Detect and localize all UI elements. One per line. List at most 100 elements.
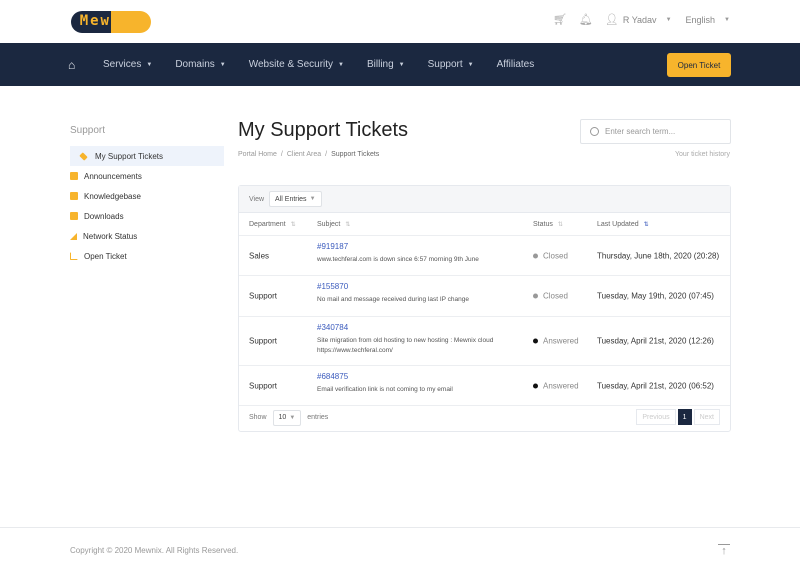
sidebar-item-my-support-tickets[interactable]: My Support Tickets [70,146,224,166]
status-badge: Closed [533,292,568,301]
sidebar-item-downloads[interactable]: Downloads [70,206,224,226]
pagination: Previous 1 Next [636,409,720,425]
copyright-text: Copyright © 2020 Mewnix. All Rights Rese… [70,546,239,555]
logo[interactable]: MewniX [71,11,151,33]
nav-domains[interactable]: Domains ▼ [175,59,225,70]
chevron-down-icon: ▼ [219,61,226,68]
column-header-subject[interactable]: Subject ⇅ [317,221,350,228]
ticket-id-link[interactable]: #155870 [317,282,527,291]
previous-page-button[interactable]: Previous [636,409,676,425]
column-label: Department [249,220,286,228]
status-badge: Closed [533,251,568,260]
sidebar-item-label: Downloads [84,211,124,221]
comment-icon [70,172,78,180]
nav-label: Support [427,59,463,70]
ticket-subject: No mail and message received during last… [317,296,469,303]
ticket-subject: Email verification link is not coming to… [317,386,453,393]
sidebar-item-label: Knowledgebase [84,191,141,201]
nav-label: Services [103,59,142,70]
home-icon[interactable]: ⌂ [68,58,82,72]
nav-label: Billing [366,59,394,70]
sort-icon: ⇅ [557,221,563,228]
status-badge: Answered [533,381,579,390]
arrow-up-to-top-icon[interactable]: ↑ [718,544,730,558]
bell-icon[interactable]: 🔔︎ [579,14,593,26]
department-cell: Support [249,381,278,390]
sort-desc-icon: ⇅ [643,221,649,228]
user-menu[interactable]: 👤︎ R Yadav ▼ [605,14,672,26]
table-row[interactable]: Sales #919187 www.techferal.com is down s… [239,236,730,276]
sidebar-item-label: My Support Tickets [95,151,164,161]
ticket-icon [79,151,88,161]
search-input[interactable] [605,127,715,136]
top-header: MewniX 🛒︎ 🔔︎ 👤︎ R Yadav ▼ English ▼ [0,0,800,43]
nav-billing[interactable]: Billing ▼ [367,59,405,70]
column-header-department[interactable]: Department ⇅ [249,221,296,228]
chevron-down-icon: ▼ [665,17,672,23]
sidebar-item-label: Open Ticket [84,251,127,261]
external-link-icon [70,252,78,260]
open-ticket-button[interactable]: Open Ticket [667,53,731,77]
page-1-button[interactable]: 1 [677,409,692,425]
ticket-id-link[interactable]: #684875 [317,372,527,381]
signal-icon [70,232,77,240]
column-header-status[interactable]: Status ⇅ [533,221,563,228]
sidebar-item-knowledgebase[interactable]: Knowledgebase [70,186,224,206]
status-dot-icon [533,338,538,344]
status-dot-icon [533,383,538,388]
status-label: Answered [543,336,579,346]
footer: Copyright © 2020 Mewnix. All Rights Rese… [0,527,800,574]
search-box[interactable] [580,119,731,144]
breadcrumb-client-area[interactable]: Client Area [287,151,321,158]
sidebar-item-label: Network Status [83,231,138,241]
department-cell: Sales [249,251,270,260]
table-row[interactable]: Support #155870 No mail and message recei… [239,276,730,317]
last-updated-cell: Tuesday, May 19th, 2020 (07:45) [597,291,714,301]
basket-icon[interactable]: 🛒︎ [553,14,567,26]
breadcrumb-separator: / [325,151,328,158]
nav-label: Domains [175,59,215,70]
search-icon [590,127,599,136]
nav-affiliates[interactable]: Affiliates [497,59,535,70]
department-cell: Support [249,336,278,346]
table-footer: Show 10 ▼ entries Previous 1 Next [239,404,730,431]
department-cell: Support [249,291,278,301]
chevron-down-icon: ▼ [146,61,153,68]
page-size-value: 10 [278,414,287,421]
logo-text: MewniX [79,13,143,29]
sort-icon: ⇅ [290,221,296,228]
user-icon: 👤︎ [604,14,619,26]
language-selector[interactable]: English ▼ [686,15,730,25]
chevron-down-icon: ▼ [338,61,344,68]
table-row[interactable]: Support #340784 Site migration from old h… [239,317,730,366]
next-page-button[interactable]: Next [693,409,720,425]
last-updated-cell: Thursday, June 18th, 2020 (20:28) [597,251,720,260]
column-label: Last Updated [597,220,639,228]
sidebar: Support My Support Tickets Announcements… [70,125,224,266]
nav-support[interactable]: Support ▼ [428,59,474,70]
table-row[interactable]: Support #684875 Email verification link i… [239,366,730,406]
view-filter-select[interactable]: All Entries ▼ [269,191,322,207]
sidebar-item-label: Announcements [84,171,142,181]
sidebar-item-open-ticket[interactable]: Open Ticket [70,246,224,266]
chevron-down-icon: ▼ [289,414,296,421]
sidebar-item-announcements[interactable]: Announcements [70,166,224,186]
page-size-select[interactable]: 10 ▼ [272,409,302,426]
column-label: Status [533,220,553,228]
ticket-id-link[interactable]: #919187 [317,242,527,251]
nav-website-security[interactable]: Website & Security ▼ [249,59,344,70]
column-header-last-updated[interactable]: Last Updated ⇅ [597,221,649,228]
breadcrumb-portal-home[interactable]: Portal Home [238,151,277,158]
breadcrumb-separator: / [280,151,283,158]
sort-icon: ⇅ [345,221,351,228]
status-label: Closed [543,291,568,301]
sidebar-item-network-status[interactable]: Network Status [70,226,224,246]
ticket-id-link[interactable]: #340784 [317,323,527,332]
view-label: View [249,195,265,203]
status-dot-icon [533,293,538,299]
breadcrumb-current: Support Tickets [331,151,380,158]
ticket-history-label: Your ticket history [675,151,730,158]
book-icon [70,192,78,200]
last-updated-cell: Tuesday, April 21st, 2020 (06:52) [597,381,714,390]
nav-services[interactable]: Services ▼ [103,59,152,70]
